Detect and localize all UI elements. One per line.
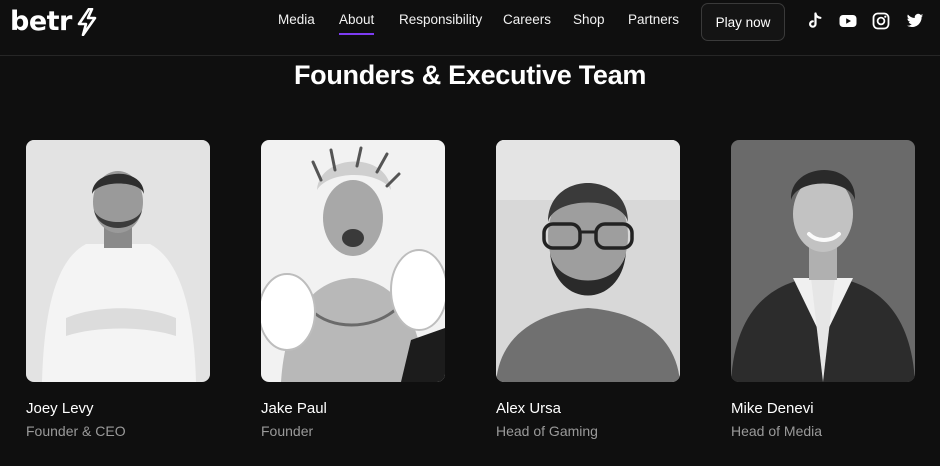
- team-photo: [731, 140, 915, 382]
- tiktok-icon[interactable]: [806, 12, 824, 30]
- team-photo: [496, 140, 680, 382]
- team-member-name: Alex Ursa: [496, 400, 562, 417]
- team-member-name: Mike Denevi: [731, 400, 814, 417]
- betr-logo[interactable]: betr: [10, 6, 98, 38]
- team-photo: [261, 140, 445, 382]
- section-title: Founders & Executive Team: [293, 60, 647, 90]
- team-photo: [26, 140, 210, 382]
- logo-wordmark: betr: [10, 6, 72, 37]
- nav-link-shop[interactable]: Shop: [573, 12, 605, 27]
- team-member-name: Joey Levy: [26, 400, 94, 417]
- team-card-joey-levy: Joey Levy Founder & CEO: [26, 140, 210, 439]
- team-member-role: Head of Gaming: [496, 423, 598, 439]
- team-member-name: Jake Paul: [261, 400, 327, 417]
- nav-link-media[interactable]: Media: [278, 12, 315, 27]
- instagram-icon[interactable]: [872, 12, 890, 30]
- team-card-mike-denevi: Mike Denevi Head of Media: [731, 140, 915, 439]
- nav-link-careers[interactable]: Careers: [503, 12, 551, 27]
- team-card-jake-paul: Jake Paul Founder: [261, 140, 445, 439]
- nav-link-responsibility[interactable]: Responsibility: [399, 12, 482, 27]
- lightning-bolt-icon: [77, 8, 97, 36]
- team-member-role: Founder & CEO: [26, 423, 126, 439]
- twitter-icon[interactable]: [906, 12, 924, 30]
- top-navbar: betr Media About Responsibility Careers …: [0, 0, 940, 56]
- team-member-role: Founder: [261, 423, 314, 439]
- play-now-button[interactable]: Play now: [701, 3, 785, 41]
- nav-link-partners[interactable]: Partners: [628, 12, 679, 27]
- nav-link-about[interactable]: About: [339, 12, 375, 35]
- team-card-alex-ursa: Alex Ursa Head of Gaming: [496, 140, 680, 439]
- team-member-role: Head of Media: [731, 423, 823, 439]
- youtube-icon[interactable]: [839, 12, 857, 30]
